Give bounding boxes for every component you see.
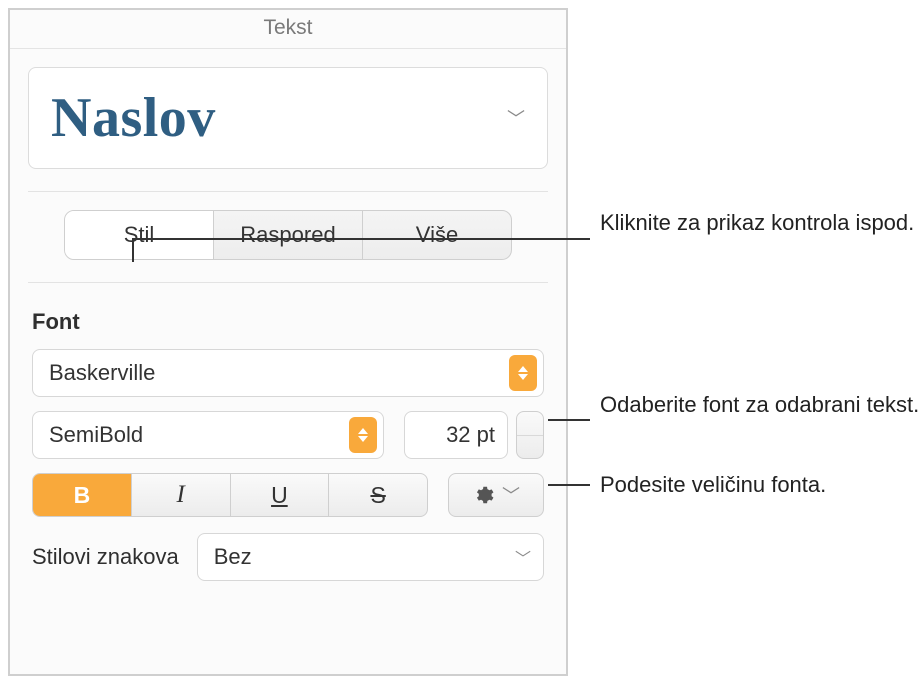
chevron-down-icon: ﹀ — [502, 482, 520, 508]
font-size-stepper — [516, 411, 544, 459]
text-format-group: B I U S — [32, 473, 428, 517]
font-size-control: 32 pt — [404, 411, 544, 459]
font-size-field[interactable]: 32 pt — [404, 411, 508, 459]
callout-lead — [132, 238, 134, 262]
strike-button[interactable]: S — [329, 474, 427, 516]
panel-title: Tekst — [10, 10, 566, 49]
font-weight-value: SemiBold — [49, 422, 143, 448]
gear-icon — [472, 484, 494, 506]
tab-stil[interactable]: Stil — [65, 211, 214, 259]
font-section-label: Font — [32, 309, 544, 335]
tab-raspored[interactable]: Raspored — [214, 211, 363, 259]
font-family-value: Baskerville — [49, 360, 155, 386]
updown-icon — [349, 417, 377, 453]
font-size-down[interactable] — [517, 436, 543, 459]
bold-button[interactable]: B — [33, 474, 132, 516]
divider — [28, 282, 548, 283]
divider — [28, 191, 548, 192]
callout-lead — [548, 484, 590, 486]
font-size-up[interactable] — [517, 412, 543, 436]
font-size-value: 32 pt — [446, 422, 495, 448]
paragraph-style-name: Naslov — [51, 86, 216, 150]
char-style-label: Stilovi znakova — [32, 544, 179, 570]
char-style-select[interactable]: Bez ﹀ — [197, 533, 544, 581]
callout-lead — [548, 419, 590, 421]
advanced-options-button[interactable]: ﹀ — [448, 473, 544, 517]
tab-vise[interactable]: Više — [363, 211, 511, 259]
underline-button[interactable]: U — [231, 474, 330, 516]
italic-button[interactable]: I — [132, 474, 231, 516]
updown-icon — [509, 355, 537, 391]
callout-font-size: Podesite veličinu fonta. — [600, 470, 826, 500]
callout-font-family: Odaberite font za odabrani tekst. — [600, 390, 919, 420]
char-style-value: Bez — [214, 544, 252, 570]
callout-lead — [132, 238, 590, 240]
callout-tabs: Kliknite za prikaz kontrola ispod. — [600, 208, 914, 238]
text-inspector-panel: Tekst Naslov ﹀ Stil Raspored Više Font B… — [8, 8, 568, 676]
paragraph-style-select[interactable]: Naslov ﹀ — [28, 67, 548, 169]
chevron-down-icon: ﹀ — [507, 105, 525, 131]
font-family-select[interactable]: Baskerville — [32, 349, 544, 397]
font-weight-select[interactable]: SemiBold — [32, 411, 384, 459]
chevron-down-icon: ﹀ — [515, 545, 531, 569]
